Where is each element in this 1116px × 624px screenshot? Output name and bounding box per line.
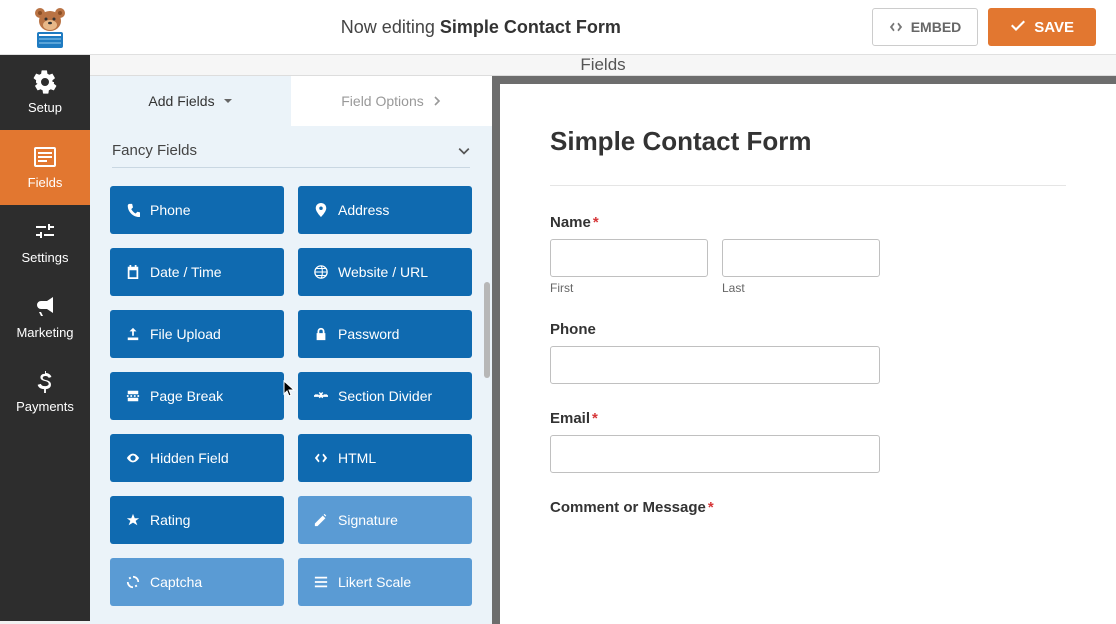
- code-icon: [889, 20, 903, 34]
- label-name: Name*: [550, 214, 1066, 231]
- form-preview: Simple Contact Form Name* First Last: [500, 84, 1116, 624]
- field-phone[interactable]: Phone: [110, 186, 284, 234]
- sublabel-first: First: [550, 281, 708, 295]
- field-label: Signature: [338, 512, 398, 528]
- field-pagebreak[interactable]: Page Break: [110, 372, 284, 420]
- dollar-icon: [34, 371, 56, 393]
- now-editing-label: Now editing: [341, 17, 435, 37]
- password-icon: [314, 327, 328, 341]
- website-icon: [314, 265, 328, 279]
- rail-fields[interactable]: Fields: [0, 130, 90, 205]
- rail-label: Marketing: [16, 325, 73, 340]
- rail-label: Fields: [28, 175, 63, 190]
- field-label: Rating: [150, 512, 190, 528]
- fields-panel: Add Fields Field Options Fancy Fields Ph…: [90, 76, 492, 624]
- divider-icon: [314, 389, 328, 403]
- pagebreak-icon: [126, 389, 140, 403]
- field-email[interactable]: Email*: [550, 410, 1066, 473]
- field-label: Captcha: [150, 574, 202, 590]
- field-html[interactable]: HTML: [298, 434, 472, 482]
- label-comment: Comment or Message*: [550, 499, 1066, 516]
- chevron-down-icon: [223, 96, 233, 106]
- chevron-right-icon: [432, 96, 442, 106]
- field-label: Likert Scale: [338, 574, 411, 590]
- scrollbar[interactable]: [482, 76, 492, 476]
- field-label: Section Divider: [338, 388, 432, 404]
- section-header-fancy[interactable]: Fancy Fields: [90, 126, 492, 167]
- sidebar-rail: Setup Fields Settings Marketing Payments: [0, 55, 90, 621]
- field-signature[interactable]: Signature: [298, 496, 472, 544]
- field-label: HTML: [338, 450, 376, 466]
- tab-add-fields[interactable]: Add Fields: [90, 76, 291, 126]
- address-icon: [314, 203, 328, 217]
- logo[interactable]: [0, 6, 90, 48]
- field-password[interactable]: Password: [298, 310, 472, 358]
- gear-icon: [33, 70, 57, 94]
- embed-button[interactable]: EMBED: [872, 8, 979, 46]
- field-upload[interactable]: File Upload: [110, 310, 284, 358]
- label-email: Email*: [550, 410, 1066, 427]
- tab-label: Field Options: [341, 93, 423, 109]
- rating-icon: [126, 513, 140, 527]
- hidden-icon: [126, 451, 140, 465]
- form-icon: [33, 145, 57, 169]
- field-divider[interactable]: Section Divider: [298, 372, 472, 420]
- logo-icon: [27, 6, 73, 48]
- preview-form-title: Simple Contact Form: [550, 126, 1066, 157]
- tab-label: Add Fields: [148, 93, 214, 109]
- signature-icon: [314, 513, 328, 527]
- page-title: Fields: [90, 55, 1116, 76]
- sliders-icon: [33, 220, 57, 244]
- save-button[interactable]: SAVE: [988, 8, 1096, 46]
- field-name[interactable]: Name* First Last: [550, 214, 1066, 295]
- field-label: Address: [338, 202, 389, 218]
- field-label: Phone: [150, 202, 190, 218]
- input-last-name[interactable]: [722, 239, 880, 277]
- form-name: Simple Contact Form: [440, 17, 621, 37]
- field-label: Page Break: [150, 388, 223, 404]
- check-icon: [1010, 20, 1026, 34]
- embed-label: EMBED: [911, 19, 962, 35]
- html-icon: [314, 451, 328, 465]
- field-label: Date / Time: [150, 264, 222, 280]
- editing-title: Now editing Simple Contact Form: [90, 17, 872, 38]
- captcha-icon: [126, 575, 140, 589]
- rail-marketing[interactable]: Marketing: [0, 280, 90, 355]
- rail-label: Payments: [16, 399, 74, 414]
- rail-settings[interactable]: Settings: [0, 205, 90, 280]
- sublabel-last: Last: [722, 281, 880, 295]
- rail-label: Setup: [28, 100, 62, 115]
- label-phone: Phone: [550, 321, 1066, 338]
- field-captcha[interactable]: Captcha: [110, 558, 284, 606]
- save-label: SAVE: [1034, 19, 1074, 36]
- field-comment[interactable]: Comment or Message*: [550, 499, 1066, 516]
- datetime-icon: [126, 265, 140, 279]
- field-website[interactable]: Website / URL: [298, 248, 472, 296]
- field-label: File Upload: [150, 326, 221, 342]
- field-label: Hidden Field: [150, 450, 229, 466]
- rail-payments[interactable]: Payments: [0, 355, 90, 430]
- input-first-name[interactable]: [550, 239, 708, 277]
- divider: [550, 185, 1066, 186]
- input-phone[interactable]: [550, 346, 880, 384]
- field-likert[interactable]: Likert Scale: [298, 558, 472, 606]
- likert-icon: [314, 575, 328, 589]
- rail-setup[interactable]: Setup: [0, 55, 90, 130]
- phone-icon: [126, 203, 140, 217]
- field-phone[interactable]: Phone: [550, 321, 1066, 384]
- field-datetime[interactable]: Date / Time: [110, 248, 284, 296]
- bullhorn-icon: [33, 295, 57, 319]
- field-address[interactable]: Address: [298, 186, 472, 234]
- field-label: Website / URL: [338, 264, 428, 280]
- field-hidden[interactable]: Hidden Field: [110, 434, 284, 482]
- chevron-down-icon: [458, 145, 470, 157]
- input-email[interactable]: [550, 435, 880, 473]
- rail-label: Settings: [22, 250, 69, 265]
- section-title: Fancy Fields: [112, 142, 197, 159]
- scrollbar-thumb[interactable]: [484, 282, 490, 378]
- field-rating[interactable]: Rating: [110, 496, 284, 544]
- field-label: Password: [338, 326, 399, 342]
- tab-field-options[interactable]: Field Options: [291, 76, 492, 126]
- upload-icon: [126, 327, 140, 341]
